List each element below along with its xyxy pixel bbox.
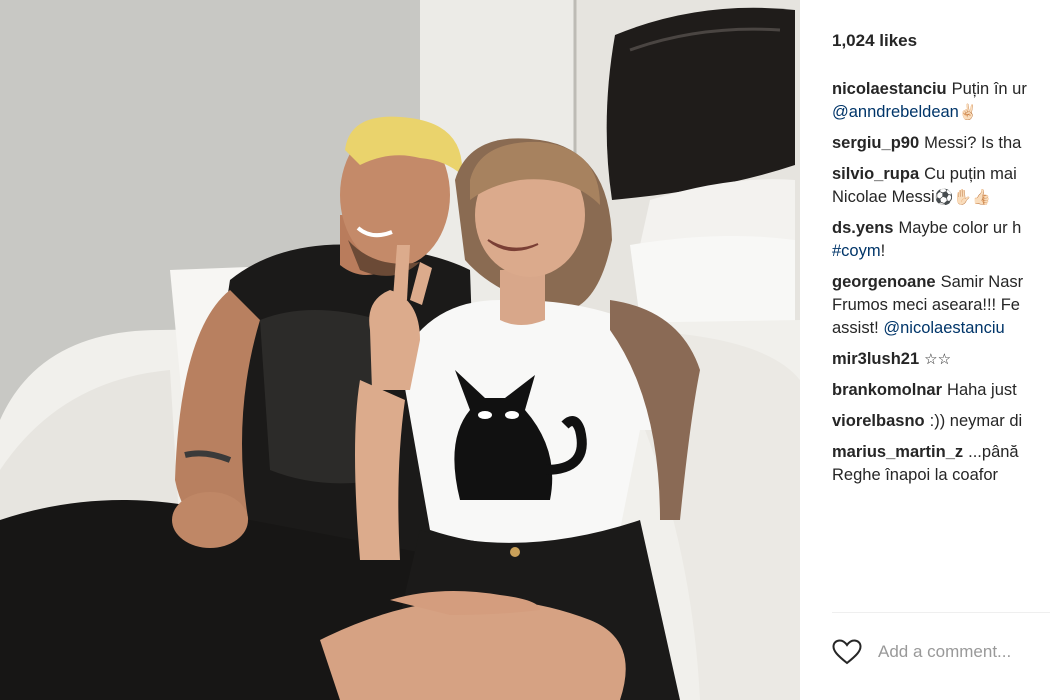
comment-line: assist! @nicolaestanciu <box>832 317 1050 340</box>
comment-username[interactable]: nicolaestanciu <box>832 80 947 98</box>
comments-list: nicolaestanciu Puțin în ur @anndrebeldean✌… <box>832 78 1050 495</box>
comment-hashtag[interactable]: #coym <box>832 242 881 260</box>
comment-username[interactable]: georgenoane <box>832 273 936 291</box>
comment-text: ...până <box>968 443 1019 461</box>
comment-username[interactable]: silvio_rupa <box>832 165 919 183</box>
comment-text: Cu puțin mai <box>924 165 1017 183</box>
comment-line: Reghe înapoi la coafor <box>832 464 1050 487</box>
comment-line: mir3lush21 ☆☆ <box>832 348 1050 371</box>
comment-username[interactable]: sergiu_p90 <box>832 134 919 152</box>
comment-line: @anndrebeldean✌🏻 <box>832 101 1050 124</box>
comment-text: Messi? Is tha <box>924 134 1022 152</box>
comment-line: sergiu_p90 Messi? Is tha <box>832 132 1050 155</box>
comment-username[interactable]: mir3lush21 <box>832 350 919 368</box>
comment-line: marius_martin_z ...până <box>832 441 1050 464</box>
heart-icon[interactable] <box>832 638 862 666</box>
comment-text: Haha just <box>947 381 1017 399</box>
comment-line: #coym! <box>832 240 1050 263</box>
comment-line: Frumos meci aseara!!! Fe <box>832 294 1050 317</box>
add-comment-input[interactable] <box>876 641 1050 663</box>
comment-text: Samir Nasr <box>940 273 1024 291</box>
comment-text: Reghe înapoi la coafor <box>832 466 999 484</box>
comment-line: viorelbasno:)) neymar di <box>832 410 1050 433</box>
comment-line: ds.yens Maybe color ur h <box>832 217 1050 240</box>
comment-line: Nicolae Messi⚽✋🏻👍🏻 <box>832 186 1050 209</box>
comment: ds.yens Maybe color ur h #coym! <box>832 217 1050 263</box>
comment: sergiu_p90 Messi? Is tha <box>832 132 1050 155</box>
comment: georgenoane Samir Nasr Frumos meci aseara!… <box>832 271 1050 340</box>
comment-text: Puțin în ur <box>951 80 1027 98</box>
divider <box>832 612 1050 613</box>
comment-line: brankomolnar Haha just <box>832 379 1050 402</box>
comment-emoji: ⚽✋🏻👍🏻 <box>934 188 991 206</box>
post-side-panel: 1,024 likes nicolaestanciu Puțin în ur @an… <box>800 0 1050 700</box>
comment: silvio_rupa Cu puțin mai Nicolae Messi⚽✋🏻👍… <box>832 163 1050 209</box>
post-photo[interactable] <box>0 0 800 700</box>
comment-emoji: ☆☆ <box>924 350 952 368</box>
add-comment-row <box>832 636 1050 668</box>
comment-username[interactable]: ds.yens <box>832 219 893 237</box>
comment-username[interactable]: viorelbasno <box>832 412 925 430</box>
comment: viorelbasno:)) neymar di <box>832 410 1050 433</box>
comment-line: silvio_rupa Cu puțin mai <box>832 163 1050 186</box>
photo-illustration <box>0 0 800 700</box>
comment-text: Maybe color ur h <box>898 219 1022 237</box>
comment-line: georgenoane Samir Nasr <box>832 271 1050 294</box>
comment: brankomolnar Haha just <box>832 379 1050 402</box>
comment-line: nicolaestanciu Puțin în ur <box>832 78 1050 101</box>
comment-text: ! <box>880 242 886 260</box>
comment-text: Frumos meci aseara!!! Fe <box>832 296 1020 314</box>
comment-text: :)) neymar di <box>929 412 1023 430</box>
comment-text: assist! <box>832 319 884 337</box>
comment-text: Nicolae Messi <box>832 188 935 206</box>
comment-emoji: ✌🏻 <box>958 103 978 121</box>
likes-count[interactable]: 1,024 likes <box>832 31 917 51</box>
comment: mir3lush21 ☆☆ <box>832 348 1050 371</box>
comment-username[interactable]: brankomolnar <box>832 381 942 399</box>
comment-mention[interactable]: @nicolaestanciu <box>883 319 1004 337</box>
comment: nicolaestanciu Puțin în ur @anndrebeldean✌… <box>832 78 1050 124</box>
comment: marius_martin_z ...până Reghe înapoi la co… <box>832 441 1050 487</box>
comment-username[interactable]: marius_martin_z <box>832 443 963 461</box>
comment-mention[interactable]: @anndrebeldean <box>832 103 959 121</box>
